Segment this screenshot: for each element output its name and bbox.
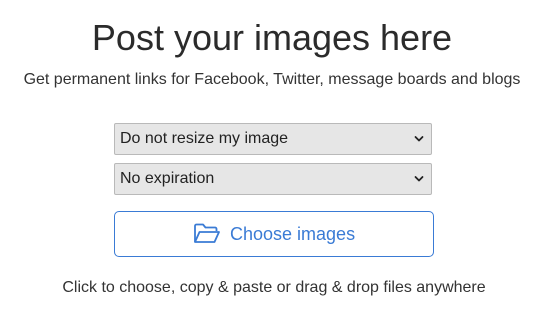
resize-select-value: Do not resize my image	[120, 130, 289, 147]
chevron-down-icon	[414, 176, 424, 182]
folder-open-icon	[194, 223, 220, 243]
choose-images-label: Choose images	[230, 224, 356, 244]
choose-images-button[interactable]: Choose images	[114, 211, 434, 257]
expiration-select-value: No expiration	[120, 170, 215, 187]
page-subtitle: Get permanent links for Facebook, Twitte…	[23, 71, 521, 88]
chevron-down-icon	[414, 136, 424, 142]
upload-page: Post your images here Get permanent link…	[0, 0, 544, 322]
resize-select[interactable]: Do not resize my image	[114, 123, 432, 155]
page-title: Post your images here	[91, 17, 453, 58]
upload-hint: Click to choose, copy & paste or drag & …	[62, 279, 486, 296]
expiration-select[interactable]: No expiration	[114, 163, 432, 195]
